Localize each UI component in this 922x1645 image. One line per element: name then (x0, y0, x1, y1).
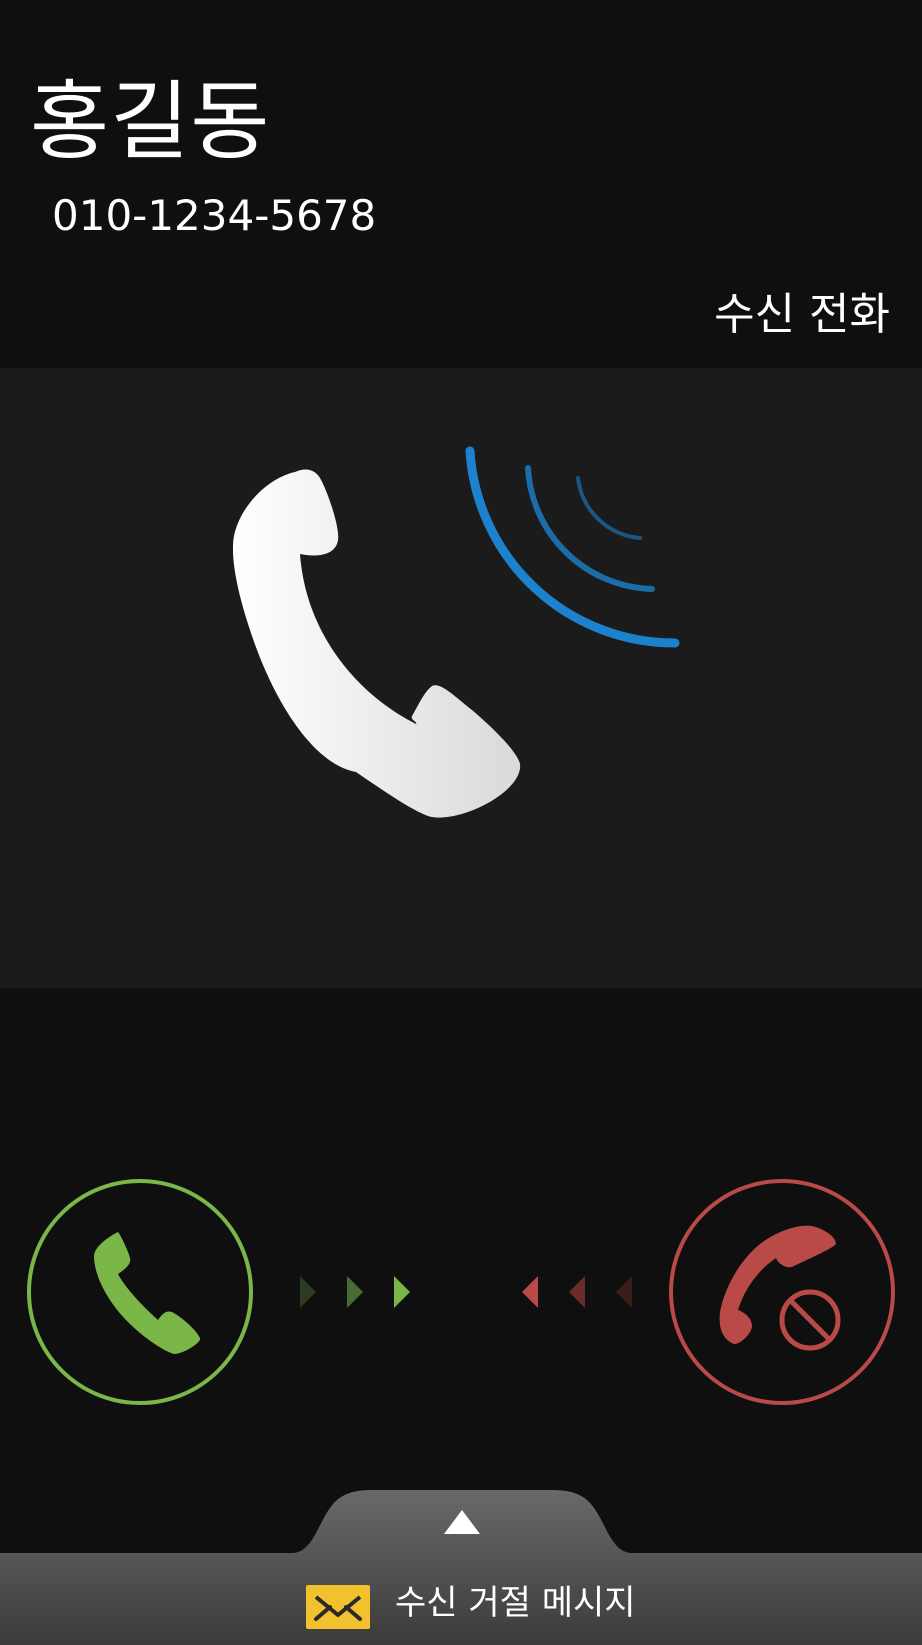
signal-waves-icon (465, 446, 680, 648)
reject-message-label: 수신 거절 메시지 (395, 1583, 636, 1623)
handset-shape (232, 469, 521, 818)
caller-name: 홍길동 (30, 72, 271, 172)
envelope-icon (306, 1585, 370, 1629)
caller-header: 홍길동 010-1234-5678 수신 전화 (0, 0, 922, 368)
swipe-up-arrow-icon (444, 1510, 480, 1534)
call-status-label: 수신 전화 (714, 289, 890, 340)
ringing-panel (0, 368, 922, 988)
caller-number: 010-1234-5678 (52, 191, 377, 240)
ringing-handset-icon (232, 446, 680, 818)
